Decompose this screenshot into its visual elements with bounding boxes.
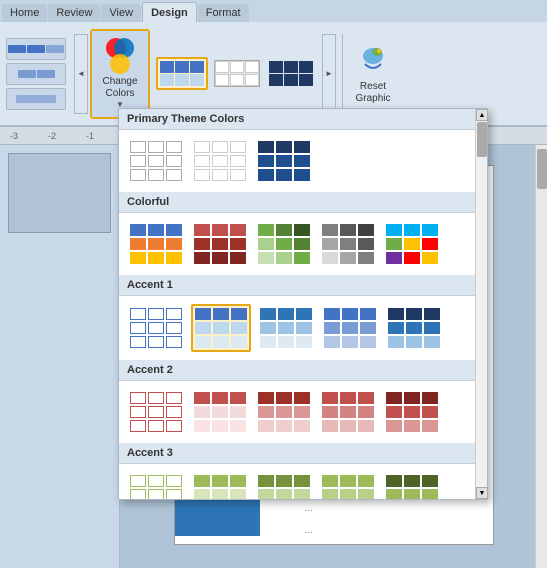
reset-label: Reset Graphic [355,81,390,105]
tab-design[interactable]: Design [142,2,197,22]
section-accent2-header: Accent 2 [119,360,487,381]
section-primary-header: Primary Theme Colors [119,109,487,130]
left-panel [0,145,120,568]
colorful-options [119,213,487,275]
table-style-btn-2[interactable] [211,57,263,90]
accent1-style-2[interactable] [191,304,251,352]
accent3-style-4[interactable] [319,472,377,499]
accent2-style-1[interactable] [127,389,185,435]
dropdown-panel: Primary Theme Colors [118,108,488,500]
primary-options [119,130,487,192]
accent3-style-2[interactable] [191,472,249,499]
section-accent3-header: Accent 3 [119,443,487,464]
ribbon-divider [342,34,343,114]
tab-review[interactable]: Review [48,4,100,22]
ribbon-scroll-right[interactable]: ► [322,34,336,114]
slide-dots: ... [305,503,313,514]
accent1-style-5[interactable] [385,305,443,351]
accent3-options [119,464,487,499]
ribbon-left-group [6,38,66,110]
colorful-style-4[interactable] [319,221,377,267]
primary-style-2[interactable] [191,138,249,184]
table-style-btn-1[interactable] [156,57,208,90]
scrollbar-up-arrow[interactable]: ▲ [476,109,488,121]
primary-style-1[interactable] [127,138,185,184]
slide-bottom-dots: ... [305,525,313,536]
ribbon-scroll-left[interactable]: ◄ [74,34,88,114]
accent3-style-1[interactable] [127,472,185,499]
tab-home[interactable]: Home [2,4,47,22]
accent3-style-3[interactable] [255,472,313,499]
accent2-options [119,381,487,443]
accent2-style-5[interactable] [383,389,441,435]
accent1-style-3[interactable] [257,305,315,351]
change-colors-button[interactable]: Change Colors ▼ [90,29,150,119]
accent2-style-3[interactable] [255,389,313,435]
dropdown-scroll[interactable]: Primary Theme Colors [119,109,487,499]
table-style-btn-3[interactable] [266,58,316,89]
reset-graphic-button[interactable]: Reset Graphic [349,34,397,114]
colorful-style-1[interactable] [127,221,185,267]
main-scrollbar-thumb[interactable] [537,149,547,189]
accent1-style-4[interactable] [321,305,379,351]
colorful-style-5[interactable] [383,221,441,267]
accent3-style-5[interactable] [383,472,441,499]
accent2-style-2[interactable] [191,389,249,435]
accent1-style-1[interactable] [127,305,185,351]
scrollbar-thumb[interactable] [477,122,487,157]
accent2-style-4[interactable] [319,389,377,435]
colorful-style-3[interactable] [255,221,313,267]
section-accent1-header: Accent 1 [119,275,487,296]
reset-graphic-icon [355,42,391,78]
primary-style-3[interactable] [255,138,313,184]
colorful-style-2[interactable] [191,221,249,267]
scrollbar-down-arrow[interactable]: ▼ [476,487,488,499]
tab-format[interactable]: Format [198,4,249,22]
change-colors-label: Change Colors [102,76,137,100]
section-colorful-header: Colorful [119,192,487,213]
tab-view[interactable]: View [101,4,141,22]
main-scrollbar[interactable] [535,145,547,568]
ribbon-table-styles [152,29,320,119]
accent1-options [119,296,487,360]
dropdown-scrollbar[interactable]: ▲ ▼ [475,109,487,499]
